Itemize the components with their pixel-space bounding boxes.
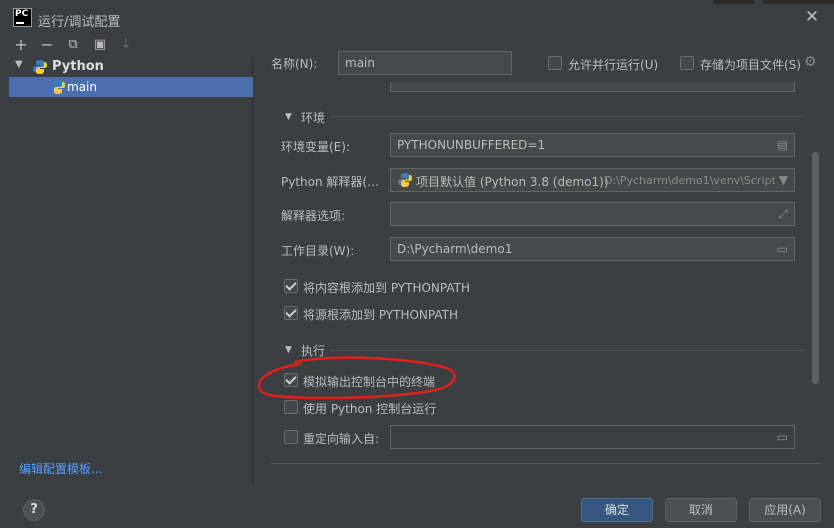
run-with-console-label[interactable]: 使用 Python 控制台运行	[303, 400, 436, 417]
edit-templates-link[interactable]: 编辑配置模板...	[19, 460, 102, 477]
workdir-input[interactable]: D:\Pycharm\demo1 ▭	[390, 237, 795, 261]
name-label: 名称(N):	[271, 57, 318, 71]
apply-button[interactable]: 应用(A)	[749, 498, 821, 522]
env-section-divider	[330, 116, 805, 117]
tree-item-python-group[interactable]: ▼ Python	[9, 57, 253, 77]
add-configuration-icon[interactable]: +	[12, 36, 30, 54]
copy-configuration-icon[interactable]: ⧉	[64, 36, 82, 54]
move-into-folder-icon[interactable]: ▣	[91, 36, 109, 54]
python-icon	[33, 60, 47, 74]
collapse-exec-chevron-icon[interactable]: ▼	[285, 345, 292, 355]
store-as-file-label[interactable]: 存储为项目文件(S)	[700, 56, 801, 73]
env-vars-input[interactable]: PYTHONUNBUFFERED=1 ▤	[390, 133, 795, 157]
interpreter-label: Python 解释器(…	[281, 175, 380, 189]
python-icon	[51, 80, 65, 94]
interpreter-select[interactable]: 项目默认值 (Python 3.8 (demo1)) D:\Pycharm\de…	[390, 168, 795, 192]
close-icon[interactable]: ✕	[802, 7, 822, 27]
chevron-down-icon[interactable]: ▼	[774, 173, 788, 187]
workdir-value: D:\Pycharm\demo1	[397, 242, 513, 256]
store-as-file-checkbox[interactable]	[680, 56, 694, 70]
sort-configurations-icon[interactable]: ↓	[117, 36, 135, 54]
folder-icon[interactable]: ▭	[777, 242, 788, 256]
add-content-roots-label[interactable]: 将内容根添加到 PYTHONPATH	[303, 279, 470, 296]
name-input[interactable]: main	[338, 51, 512, 75]
tree-group-label: Python	[52, 59, 104, 74]
title-bar	[0, 0, 834, 36]
add-source-roots-label[interactable]: 将源根添加到 PYTHONPATH	[303, 306, 458, 323]
redirect-input-checkbox[interactable]	[284, 430, 298, 444]
redirect-input-label[interactable]: 重定向输入自:	[303, 430, 379, 447]
add-content-roots-checkbox[interactable]	[284, 279, 298, 293]
collapse-env-chevron-icon[interactable]: ▼	[285, 112, 292, 122]
tree-item-label: main	[67, 80, 97, 94]
window-title: 运行/调试配置	[38, 15, 121, 30]
allow-parallel-label[interactable]: 允许并行运行(U)	[568, 56, 658, 73]
chevron-down-icon[interactable]: ▼	[15, 59, 23, 70]
expand-icon[interactable]: ⤢	[778, 207, 788, 222]
exec-section-divider	[330, 350, 805, 351]
gear-icon[interactable]: ⚙	[804, 55, 818, 69]
pycharm-app-icon: PC	[13, 8, 32, 27]
python-icon	[398, 173, 412, 187]
interpreter-value: 项目默认值 (Python 3.8 (demo1))	[416, 175, 609, 189]
edit-list-icon[interactable]: ▤	[777, 138, 788, 152]
env-section-title: 环境	[301, 111, 326, 125]
help-button[interactable]: ?	[23, 499, 45, 521]
background-window-edge	[763, 0, 834, 4]
folder-icon[interactable]: ▭	[777, 430, 788, 444]
background-window-edge	[713, 0, 754, 4]
remove-configuration-icon[interactable]: −	[38, 36, 56, 54]
cancel-button[interactable]: 取消	[665, 498, 737, 522]
scrolled-field-edge	[390, 82, 795, 92]
ok-button[interactable]: 确定	[581, 498, 653, 522]
add-source-roots-checkbox[interactable]	[284, 306, 298, 320]
interp-options-input[interactable]: ⤢	[390, 202, 795, 226]
interpreter-path: D:\Pycharm\demo1\venv\Script	[604, 174, 776, 187]
env-vars-label: 环境变量(E):	[281, 140, 350, 154]
run-with-console-checkbox[interactable]	[284, 400, 298, 414]
env-vars-value: PYTHONUNBUFFERED=1	[397, 138, 546, 152]
app-icon-text: PC	[15, 9, 29, 19]
tree-item-main[interactable]: main	[9, 77, 253, 97]
allow-parallel-checkbox[interactable]	[548, 56, 562, 70]
interp-options-label: 解释器选项:	[281, 209, 346, 223]
name-input-value: main	[345, 56, 375, 70]
red-annotation-circle	[257, 356, 456, 400]
configuration-tree	[9, 57, 253, 485]
scrollbar-thumb[interactable]	[812, 152, 819, 384]
workdir-label: 工作目录(W):	[281, 244, 355, 258]
redirect-input-field[interactable]: ▭	[390, 425, 795, 449]
